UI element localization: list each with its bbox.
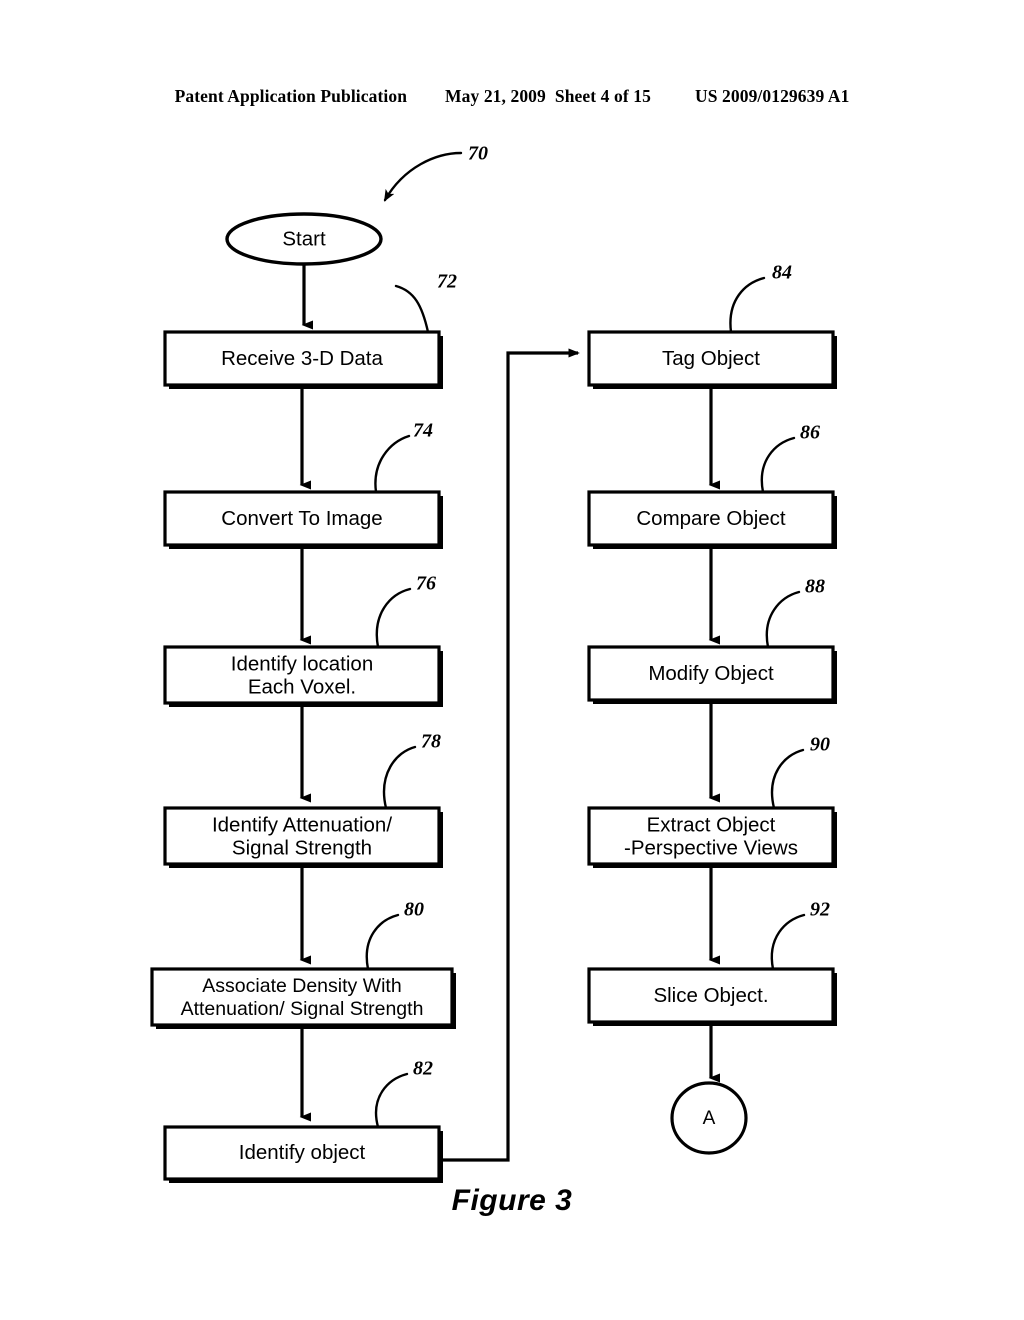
start-node-label: Start [282,227,326,250]
process-box-identify-object: Identify object [163,1125,443,1183]
ref-number-90: 90 [810,734,830,756]
ref-leader-72: 72 [394,271,457,334]
box-label-identify-attenuation-line1: Identify Attenuation/ [212,813,392,836]
box-label-identify-attenuation-line2: Signal Strength [232,836,372,859]
ref-leader-74: 74 [374,420,433,494]
box-label-associate-density-line1: Associate Density With [202,975,401,997]
ref-number-88: 88 [805,576,825,598]
process-box-slice-object: Slice Object. [587,967,837,1026]
edge-identify-object-to-tag-object [439,348,580,1162]
overall-ref-leader-70: 70 [383,143,488,202]
start-node: Start [225,212,383,266]
process-box-convert-to-image: Convert To Image [163,490,443,549]
ref-number-72: 72 [437,271,457,293]
box-label-convert-to-image: Convert To Image [221,507,382,530]
box-label-identify-location-line2: Each Voxel. [248,675,356,698]
process-box-identify-location: Identify location Each Voxel. [163,645,443,707]
ref-leader-78: 78 [382,731,441,810]
box-label-compare-object: Compare Object [636,507,786,530]
ref-number-70: 70 [468,143,488,165]
flowchart-diagram: 70 Start Receive 3-D Data 72 Convert To … [150,143,837,1183]
box-label-tag-object: Tag Object [662,347,760,370]
ref-number-84: 84 [772,262,792,284]
box-label-modify-object: Modify Object [648,662,774,685]
ref-leader-84: 84 [729,262,792,334]
process-box-modify-object: Modify Object [587,645,837,704]
ref-number-80: 80 [404,899,424,921]
ref-number-92: 92 [810,899,830,921]
ref-leader-76: 76 [375,573,436,649]
box-label-extract-object-line1: Extract Object [647,813,776,836]
box-label-slice-object: Slice Object. [653,984,768,1007]
process-box-receive-3d-data: Receive 3-D Data [163,330,443,389]
box-label-identify-object: Identify object [239,1141,366,1164]
ref-number-86: 86 [800,422,820,444]
process-box-tag-object: Tag Object [587,330,837,389]
box-label-receive-3d-data: Receive 3-D Data [221,347,383,370]
ref-number-74: 74 [413,420,433,442]
ref-number-76: 76 [416,573,436,595]
ref-leader-80: 80 [365,899,424,971]
process-box-associate-density: Associate Density With Attenuation/ Sign… [150,967,456,1029]
figure-caption: Figure 3 [451,1184,573,1217]
box-label-associate-density-line2: Attenuation/ Signal Strength [181,998,424,1020]
ref-number-82: 82 [413,1058,433,1080]
connector-node-a-label: A [703,1108,716,1129]
ref-leader-88: 88 [765,576,825,649]
box-label-extract-object-line2: -Perspective Views [624,836,798,859]
connector-node-a: A [670,1081,748,1155]
ref-leader-86: 86 [760,422,820,494]
process-box-identify-attenuation: Identify Attenuation/ Signal Strength [163,806,443,868]
ref-leader-82: 82 [375,1058,433,1129]
process-box-compare-object: Compare Object [587,490,837,549]
ref-leader-90: 90 [771,734,830,810]
ref-leader-92: 92 [770,899,830,971]
process-box-extract-object: Extract Object -Perspective Views [587,806,837,868]
patent-page: Patent Application Publication May 21, 20… [0,0,1024,1320]
box-label-identify-location-line1: Identify location [231,652,373,675]
ref-number-78: 78 [421,731,441,753]
